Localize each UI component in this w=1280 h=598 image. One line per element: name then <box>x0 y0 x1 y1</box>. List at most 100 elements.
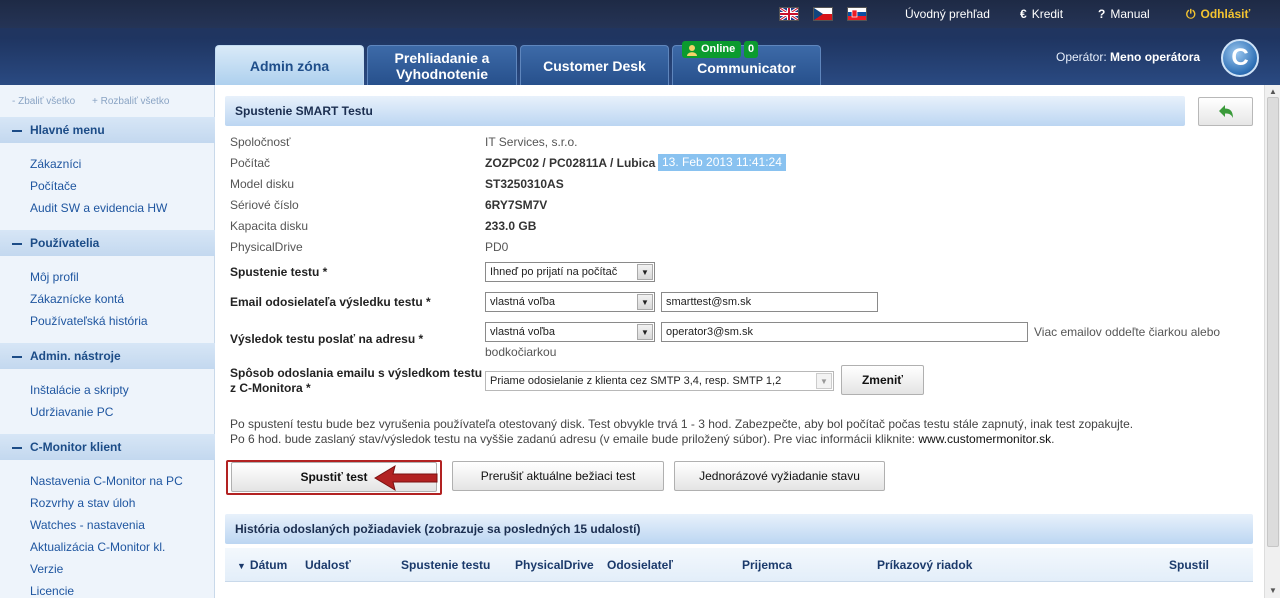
section-title: C-Monitor klient <box>30 440 122 454</box>
sidebar-section-cmonitor-client[interactable]: C-Monitor klient <box>0 434 215 460</box>
capacity-label: Kapacita disku <box>230 219 309 233</box>
top-bar: Úvodný prehľad € Kredit ? Manual ⏻ Odhlásiť <box>0 0 1280 28</box>
disk-model-label: Model disku <box>230 177 295 191</box>
main-content: Spustenie SMART Testu Spoločnosť IT Serv… <box>215 85 1264 598</box>
info-text-line-2: Po 6 hod. bude zaslaný stav/výsledok tes… <box>230 432 1054 446</box>
tab-label: Communicator <box>697 59 796 76</box>
sidebar-item-customer-accounts[interactable]: Zákaznícke kontá <box>30 292 124 306</box>
sidebar-item-versions[interactable]: Verzie <box>30 562 63 576</box>
computer-value: ZOZPC02 / PC02811A / Lubica <box>485 156 656 170</box>
back-arrow-icon <box>1218 104 1233 118</box>
company-label: Spoločnosť <box>230 135 291 149</box>
logout-label: Odhlásiť <box>1200 7 1251 21</box>
send-method-select[interactable]: Priame odosielanie z klienta cez SMTP 3,… <box>485 371 834 391</box>
recipient-email-select[interactable]: vlastná voľba ▼ <box>485 322 655 342</box>
sidebar-section-users[interactable]: Používatelia <box>0 230 215 256</box>
logout-link[interactable]: ⏻ Odhlásiť <box>1186 7 1250 22</box>
chevron-down-icon: ▼ <box>637 324 653 340</box>
tab-label: Customer Desk <box>543 57 646 74</box>
select-value: Priame odosielanie z klienta cez SMTP 3,… <box>490 375 782 387</box>
tab-customer-desk[interactable]: Customer Desk <box>520 45 669 85</box>
manual-link[interactable]: ? Manual <box>1098 7 1150 21</box>
power-icon: ⏻ <box>1186 7 1196 21</box>
serial-value: 6RY7SM7V <box>485 198 548 212</box>
select-value: vlastná voľba <box>490 296 555 308</box>
recipient-email-label: Výsledok testu poslať na adresu * <box>230 332 424 346</box>
sidebar-item-update[interactable]: Aktualizácia C-Monitor kl. <box>30 540 165 554</box>
sender-email-input[interactable] <box>661 292 878 312</box>
pointer-arrow-icon <box>374 464 438 492</box>
app-logo: C <box>1221 39 1259 77</box>
tab-browse-evaluation[interactable]: Prehliadanie a Vyhodnotenie <box>367 45 517 85</box>
column-command-line[interactable]: Príkazový riadok <box>877 558 972 572</box>
column-sender[interactable]: Odosielateľ <box>607 558 673 572</box>
sidebar-item-installations[interactable]: Inštalácie a skripty <box>30 383 129 397</box>
physical-drive-value: PD0 <box>485 240 509 254</box>
page-scrollbar[interactable]: ▲ ▼ <box>1264 85 1280 598</box>
chevron-down-icon: ▼ <box>637 264 653 280</box>
column-started-by[interactable]: Spustil <box>1169 558 1209 572</box>
sort-desc-icon: ▼ <box>237 561 246 571</box>
sidebar-item-customers[interactable]: Zákazníci <box>30 157 81 171</box>
start-test-select[interactable]: Ihneď po prijatí na počítač ▼ <box>485 262 655 282</box>
operator-info: Operátor: Meno operátora <box>1056 50 1200 64</box>
history-table-header <box>225 548 1253 582</box>
change-button[interactable]: Zmeniť <box>841 365 924 395</box>
scroll-up-icon[interactable]: ▲ <box>1269 87 1277 96</box>
help-icon: ? <box>1098 7 1106 21</box>
tab-label: Vyhodnotenie <box>395 65 489 82</box>
sk-flag-icon[interactable] <box>847 7 867 21</box>
sidebar: - Zbaliť všetko + Rozbaliť všetko Hlavné… <box>0 85 215 598</box>
sidebar-item-licenses[interactable]: Licencie <box>30 584 74 598</box>
operator-name[interactable]: Meno operátora <box>1110 50 1200 64</box>
computer-date: 13. Feb 2013 11:41:24 <box>658 154 786 171</box>
en-flag-icon[interactable] <box>779 7 799 21</box>
credit-link[interactable]: € Kredit <box>1020 7 1063 21</box>
sidebar-item-my-profile[interactable]: Môj profil <box>30 270 79 284</box>
collapse-all-link[interactable]: - Zbaliť všetko <box>12 96 75 107</box>
sidebar-section-admin-tools[interactable]: Admin. nástroje <box>0 343 215 369</box>
column-recipient[interactable]: Prijemca <box>742 558 792 572</box>
capacity-value: 233.0 GB <box>485 219 537 233</box>
cz-flag-icon[interactable] <box>813 7 833 21</box>
column-date[interactable]: ▼ Dátum <box>237 558 287 572</box>
sidebar-item-computers[interactable]: Počítače <box>30 179 77 193</box>
tab-admin-zone[interactable]: Admin zóna <box>215 45 364 85</box>
info-text-line-1: Po spustení testu bude bez vyrušenia pou… <box>230 417 1134 431</box>
scrollbar-thumb[interactable] <box>1267 97 1279 547</box>
online-count-badge: 0 <box>744 41 759 58</box>
scroll-down-icon[interactable]: ▼ <box>1269 586 1277 595</box>
recipient-email-input[interactable] <box>661 322 1028 342</box>
sidebar-item-audit[interactable]: Audit SW a evidencia HW <box>30 201 167 215</box>
info-link[interactable]: www.customermonitor.sk <box>918 432 1051 446</box>
expand-all-link[interactable]: + Rozbaliť všetko <box>92 96 169 107</box>
start-test-label: Spustenie testu * <box>230 265 328 279</box>
abort-test-button[interactable]: Prerušiť aktuálne bežiaci test <box>452 461 664 491</box>
chevron-down-icon: ▼ <box>637 294 653 310</box>
sidebar-item-watches[interactable]: Watches - nastavenia <box>30 518 145 532</box>
sidebar-item-schedules[interactable]: Rozvrhy a stav úloh <box>30 496 135 510</box>
sidebar-section-main-menu[interactable]: Hlavné menu <box>0 117 215 143</box>
sidebar-item-cmonitor-settings[interactable]: Nastavenia C-Monitor na PC <box>30 474 183 488</box>
collapse-icon <box>12 355 22 358</box>
column-test-start[interactable]: Spustenie testu <box>401 558 490 572</box>
home-link[interactable]: Úvodný prehľad <box>905 7 990 21</box>
status-request-button[interactable]: Jednorázové vyžiadanie stavu <box>674 461 885 491</box>
sidebar-item-pc-maintenance[interactable]: Udržiavanie PC <box>30 405 113 419</box>
column-label: Dátum <box>249 558 288 572</box>
back-button[interactable] <box>1198 97 1253 126</box>
sidebar-item-user-history[interactable]: Používateľská história <box>30 314 148 328</box>
recipient-hint: Viac emailov oddeľte čiarkou alebo <box>1034 325 1221 339</box>
collapse-icon <box>12 129 22 132</box>
sender-email-label: Email odosielateľa výsledku testu * <box>230 295 431 309</box>
recipient-hint-cont: bodkočiarkou <box>485 345 557 359</box>
column-physical-drive[interactable]: PhysicalDrive <box>515 558 594 572</box>
select-value: Ihneď po prijatí na počítač <box>490 266 618 278</box>
column-event[interactable]: Udalosť <box>305 558 351 572</box>
collapse-icon <box>12 242 22 245</box>
sender-email-select[interactable]: vlastná voľba ▼ <box>485 292 655 312</box>
computer-label: Počítač <box>230 156 271 170</box>
credit-label: Kredit <box>1031 7 1064 21</box>
tab-label: Admin zóna <box>249 57 330 74</box>
panel-title: Spustenie SMART Testu <box>225 96 1185 126</box>
